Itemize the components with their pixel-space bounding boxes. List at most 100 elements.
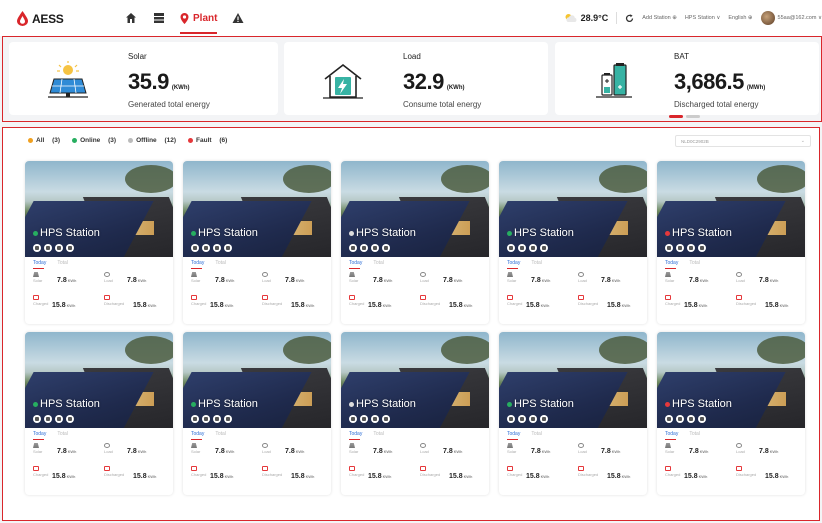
tab-total[interactable]: Total bbox=[373, 431, 384, 437]
discharged-small-icon bbox=[420, 295, 426, 300]
add-station-button[interactable]: Add Station ⊕ bbox=[642, 15, 677, 21]
filter-online[interactable]: Online (3) bbox=[72, 137, 116, 144]
station-selector[interactable]: HPS Station ∨ bbox=[685, 15, 721, 21]
chart-icon[interactable] bbox=[66, 415, 74, 423]
view-icon[interactable] bbox=[349, 244, 357, 252]
tab-today[interactable]: Today bbox=[665, 431, 678, 440]
station-name[interactable]: HPS Station bbox=[191, 398, 258, 410]
chart-icon[interactable] bbox=[224, 415, 232, 423]
edit-icon[interactable] bbox=[687, 415, 695, 423]
station-name[interactable]: HPS Station bbox=[33, 227, 100, 239]
edit-icon[interactable] bbox=[213, 415, 221, 423]
station-name[interactable]: HPS Station bbox=[665, 227, 732, 239]
tab-today[interactable]: Today bbox=[507, 431, 520, 440]
edit-icon[interactable] bbox=[371, 415, 379, 423]
edit-icon[interactable] bbox=[55, 244, 63, 252]
station-name[interactable]: HPS Station bbox=[349, 398, 416, 410]
station-card[interactable]: HPS Station Today Total Solar 7.8KWh Load 7.8K… bbox=[25, 161, 173, 324]
tab-today[interactable]: Today bbox=[507, 260, 520, 269]
station-search-select[interactable]: NLD0C2902B ⌄ bbox=[675, 135, 811, 147]
load-label: Load bbox=[736, 278, 745, 283]
chart-icon[interactable] bbox=[382, 415, 390, 423]
delete-icon[interactable] bbox=[518, 415, 526, 423]
dashboard-icon[interactable] bbox=[152, 11, 166, 25]
tab-total[interactable]: Total bbox=[531, 260, 542, 266]
tab-total[interactable]: Total bbox=[57, 431, 68, 437]
delete-icon[interactable] bbox=[676, 244, 684, 252]
nav-tab-plant[interactable]: Plant bbox=[180, 8, 218, 34]
edit-icon[interactable] bbox=[529, 244, 537, 252]
station-card[interactable]: HPS Station Today Total Solar 7.8KWh Load 7.8K… bbox=[341, 161, 489, 324]
brand-logo[interactable]: AESS bbox=[16, 11, 64, 26]
station-name[interactable]: HPS Station bbox=[665, 398, 732, 410]
station-card[interactable]: HPS Station Today Total Solar 7.8KWh Load 7.8K… bbox=[25, 332, 173, 495]
station-name[interactable]: HPS Station bbox=[507, 227, 574, 239]
chart-icon[interactable] bbox=[382, 244, 390, 252]
refresh-icon[interactable] bbox=[625, 13, 634, 23]
view-icon[interactable] bbox=[349, 415, 357, 423]
view-icon[interactable] bbox=[507, 415, 515, 423]
tab-today[interactable]: Today bbox=[191, 431, 204, 440]
tab-total[interactable]: Total bbox=[57, 260, 68, 266]
tab-total[interactable]: Total bbox=[215, 431, 226, 437]
station-card[interactable]: HPS Station Today Total Solar 7.8KWh Load 7.8K… bbox=[499, 161, 647, 324]
chart-icon[interactable] bbox=[698, 244, 706, 252]
tab-today[interactable]: Today bbox=[349, 260, 362, 269]
delete-icon[interactable] bbox=[202, 244, 210, 252]
carousel-pager[interactable] bbox=[669, 115, 700, 118]
language-selector[interactable]: English ⊕ bbox=[728, 15, 752, 21]
edit-icon[interactable] bbox=[371, 244, 379, 252]
station-card[interactable]: HPS Station Today Total Solar 7.8KWh Load 7.8K… bbox=[341, 332, 489, 495]
delete-icon[interactable] bbox=[360, 415, 368, 423]
tab-total[interactable]: Total bbox=[689, 260, 700, 266]
station-card[interactable]: HPS Station Today Total Solar 7.8KWh Load 7.8K… bbox=[183, 332, 331, 495]
edit-icon[interactable] bbox=[687, 244, 695, 252]
station-name[interactable]: HPS Station bbox=[349, 227, 416, 239]
station-card[interactable]: HPS Station Today Total Solar 7.8KWh Load 7.8K… bbox=[657, 332, 805, 495]
station-name[interactable]: HPS Station bbox=[33, 398, 100, 410]
view-icon[interactable] bbox=[33, 244, 41, 252]
view-icon[interactable] bbox=[191, 244, 199, 252]
tab-today[interactable]: Today bbox=[665, 260, 678, 269]
station-name[interactable]: HPS Station bbox=[507, 398, 574, 410]
delete-icon[interactable] bbox=[44, 244, 52, 252]
filter-all[interactable]: All (3) bbox=[28, 137, 60, 144]
chart-icon[interactable] bbox=[66, 244, 74, 252]
tab-total[interactable]: Total bbox=[531, 431, 542, 437]
tab-total[interactable]: Total bbox=[373, 260, 384, 266]
tab-today[interactable]: Today bbox=[33, 260, 46, 269]
view-icon[interactable] bbox=[665, 244, 673, 252]
tab-today[interactable]: Today bbox=[33, 431, 46, 440]
view-icon[interactable] bbox=[665, 415, 673, 423]
station-card[interactable]: HPS Station Today Total Solar 7.8KWh Load 7.8K… bbox=[657, 161, 805, 324]
delete-icon[interactable] bbox=[360, 244, 368, 252]
chart-icon[interactable] bbox=[698, 415, 706, 423]
view-icon[interactable] bbox=[33, 415, 41, 423]
home-icon[interactable] bbox=[124, 11, 138, 25]
delete-icon[interactable] bbox=[518, 244, 526, 252]
edit-icon[interactable] bbox=[213, 244, 221, 252]
delete-icon[interactable] bbox=[676, 415, 684, 423]
chart-icon[interactable] bbox=[540, 244, 548, 252]
filter-offline[interactable]: Offline (12) bbox=[128, 137, 176, 144]
delete-icon[interactable] bbox=[202, 415, 210, 423]
station-card[interactable]: HPS Station Today Total Solar 7.8KWh Load 7.8K… bbox=[499, 332, 647, 495]
tab-today[interactable]: Today bbox=[191, 260, 204, 269]
station-card[interactable]: HPS Station Today Total Solar 7.8KWh Load 7.8K… bbox=[183, 161, 331, 324]
pager-dot[interactable] bbox=[686, 115, 700, 118]
user-menu[interactable]: 55aa@162.com ∨ bbox=[760, 11, 822, 25]
delete-icon[interactable] bbox=[44, 415, 52, 423]
view-icon[interactable] bbox=[191, 415, 199, 423]
tab-total[interactable]: Total bbox=[689, 431, 700, 437]
chart-icon[interactable] bbox=[540, 415, 548, 423]
filter-fault[interactable]: Fault (6) bbox=[188, 137, 227, 144]
edit-icon[interactable] bbox=[55, 415, 63, 423]
alarm-icon[interactable] bbox=[231, 11, 245, 25]
station-name[interactable]: HPS Station bbox=[191, 227, 258, 239]
chart-icon[interactable] bbox=[224, 244, 232, 252]
view-icon[interactable] bbox=[507, 244, 515, 252]
tab-today[interactable]: Today bbox=[349, 431, 362, 440]
pager-dot-active[interactable] bbox=[669, 115, 683, 118]
edit-icon[interactable] bbox=[529, 415, 537, 423]
tab-total[interactable]: Total bbox=[215, 260, 226, 266]
